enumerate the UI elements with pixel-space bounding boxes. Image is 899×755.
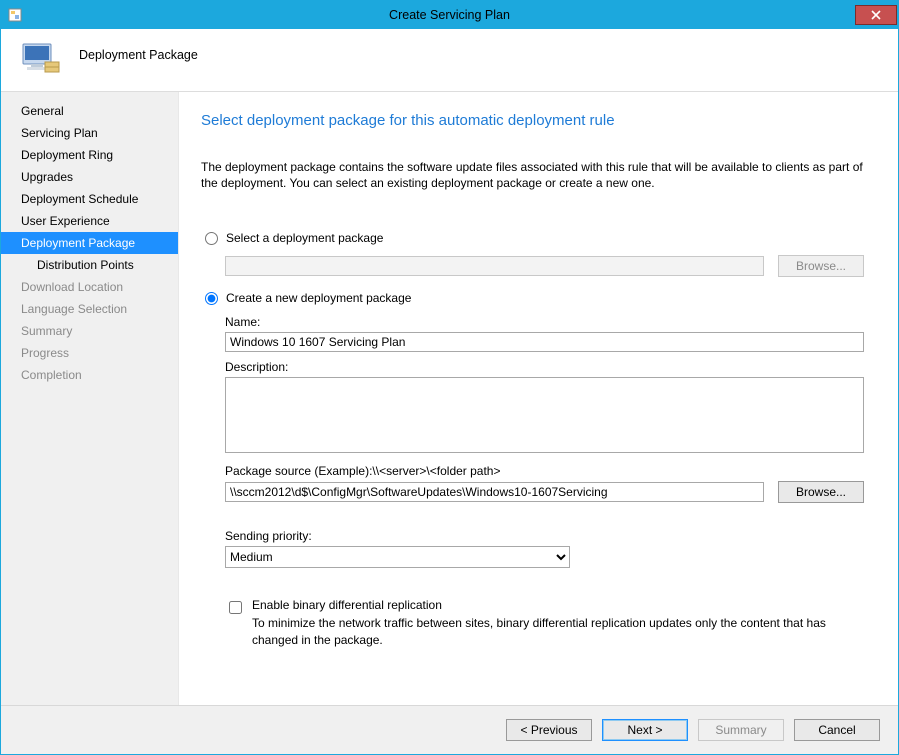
name-field[interactable] [225, 332, 864, 352]
sidebar-item-progress: Progress [1, 342, 178, 364]
sidebar-item-summary: Summary [1, 320, 178, 342]
wizard-header: Deployment Package [1, 29, 898, 92]
description-label: Description: [225, 360, 864, 374]
description-field[interactable] [225, 377, 864, 453]
sidebar-item-upgrades[interactable]: Upgrades [1, 166, 178, 188]
wizard-footer: < Previous Next > Summary Cancel [1, 705, 898, 754]
priority-select[interactable]: Medium [225, 546, 570, 568]
select-package-label: Select a deployment package [226, 231, 383, 245]
window-title: Create Servicing Plan [1, 8, 898, 22]
package-source-label: Package source (Example):\\<server>\<fol… [225, 464, 864, 478]
content-panel: Select deployment package for this autom… [179, 92, 898, 705]
content-heading: Select deployment package for this autom… [201, 112, 864, 129]
select-package-radio[interactable] [205, 232, 218, 245]
summary-button: Summary [698, 719, 784, 741]
name-label: Name: [225, 315, 864, 329]
sidebar: General Servicing Plan Deployment Ring U… [1, 92, 179, 705]
cancel-button[interactable]: Cancel [794, 719, 880, 741]
titlebar: Create Servicing Plan [1, 1, 898, 29]
binary-diff-row: Enable binary differential replication T… [201, 598, 864, 647]
sidebar-item-general[interactable]: General [1, 100, 178, 122]
select-package-radio-row: Select a deployment package [201, 231, 864, 245]
browse-source-button[interactable]: Browse... [778, 481, 864, 503]
content-intro: The deployment package contains the soft… [201, 159, 864, 191]
previous-button[interactable]: < Previous [506, 719, 592, 741]
sidebar-item-completion: Completion [1, 364, 178, 386]
page-title: Deployment Package [79, 48, 198, 62]
sidebar-item-deployment-ring[interactable]: Deployment Ring [1, 144, 178, 166]
create-package-radio[interactable] [205, 292, 218, 305]
binary-diff-label: Enable binary differential replication [252, 598, 864, 612]
create-package-label: Create a new deployment package [226, 291, 411, 305]
deployment-package-icon [19, 38, 63, 82]
sidebar-item-servicing-plan[interactable]: Servicing Plan [1, 122, 178, 144]
sidebar-item-deployment-schedule[interactable]: Deployment Schedule [1, 188, 178, 210]
browse-existing-button: Browse... [778, 255, 864, 277]
package-source-field[interactable] [225, 482, 764, 502]
wizard-window: Create Servicing Plan Deployment Package… [0, 0, 899, 755]
app-icon [7, 7, 23, 23]
binary-diff-help: To minimize the network traffic between … [252, 615, 864, 647]
priority-label: Sending priority: [225, 529, 864, 543]
wizard-body: General Servicing Plan Deployment Ring U… [1, 92, 898, 705]
sidebar-item-deployment-package[interactable]: Deployment Package [1, 232, 178, 254]
sidebar-item-download-location: Download Location [1, 276, 178, 298]
sidebar-item-user-experience[interactable]: User Experience [1, 210, 178, 232]
select-package-field [225, 256, 764, 276]
next-button[interactable]: Next > [602, 719, 688, 741]
sidebar-item-language-selection: Language Selection [1, 298, 178, 320]
sidebar-item-distribution-points[interactable]: Distribution Points [1, 254, 178, 276]
close-button[interactable] [855, 5, 897, 25]
create-package-radio-row: Create a new deployment package [201, 291, 864, 305]
binary-diff-checkbox[interactable] [229, 601, 242, 614]
